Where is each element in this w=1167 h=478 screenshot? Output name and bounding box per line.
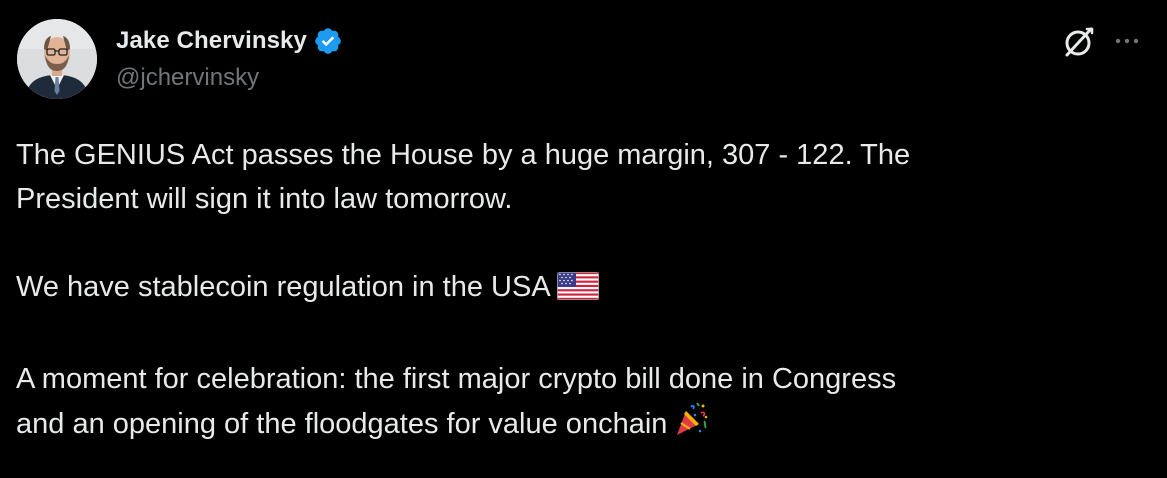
tweet-text: The GENIUS Act passes the House by a hug… <box>16 133 1146 450</box>
us-flag-emoji <box>556 269 599 313</box>
avatar-photo <box>17 19 97 99</box>
author-handle[interactable]: @jchervinsky <box>116 64 259 92</box>
verified-badge-icon[interactable] <box>313 26 343 56</box>
grok-icon[interactable] <box>1061 24 1097 60</box>
party-popper-emoji <box>673 401 709 450</box>
author-name-row[interactable]: Jake Chervinsky <box>116 24 343 58</box>
tweet-line-text: We have stablecoin regulation in the USA <box>16 271 551 303</box>
tweet-line-with-party: and an opening of the floodgates for val… <box>16 401 1146 450</box>
tweet-line: The GENIUS Act passes the House by a hug… <box>16 139 911 171</box>
avatar[interactable] <box>17 19 97 99</box>
author-display-name[interactable]: Jake Chervinsky <box>116 27 307 55</box>
tweet-line: A moment for celebration: the first majo… <box>16 363 897 395</box>
more-horizontal-icon[interactable] <box>1110 30 1144 52</box>
tweet-line-with-flag: We have stablecoin regulation in the USA <box>16 265 1146 313</box>
tweet-card: Jake Chervinsky @jchervinsky The GENIUS … <box>0 0 1167 478</box>
tweet-line-text: and an opening of the floodgates for val… <box>16 408 668 440</box>
tweet-line: President will sign it into law tomorrow… <box>16 183 513 215</box>
